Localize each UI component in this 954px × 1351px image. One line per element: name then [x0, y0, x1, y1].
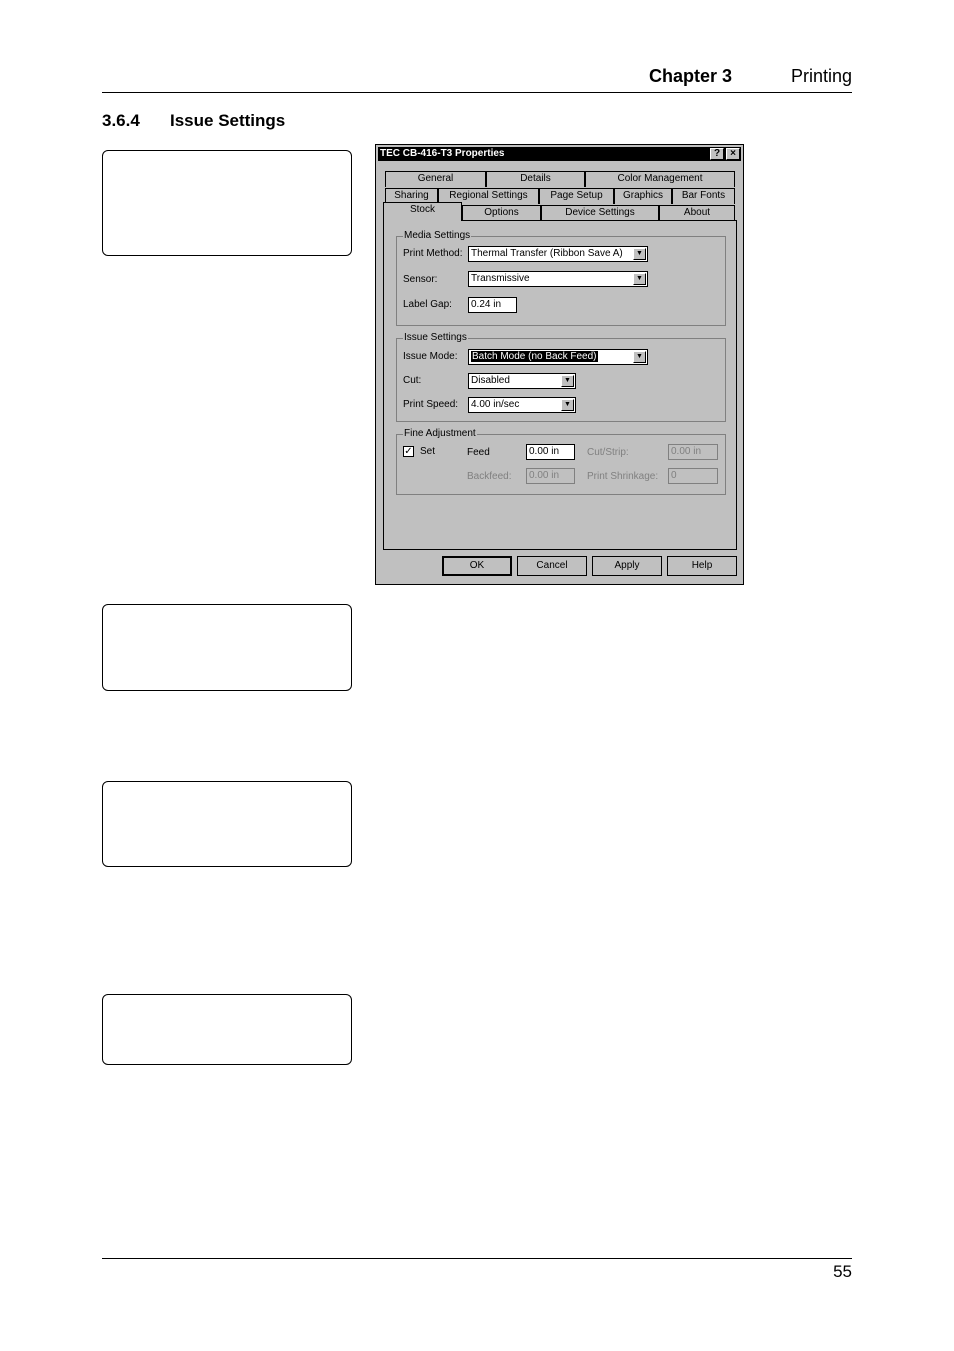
issue-mode-label: Issue Mode:: [403, 351, 458, 362]
cut-value: Disabled: [471, 375, 510, 386]
backfeed-label: Backfeed:: [467, 471, 512, 482]
backfeed-value: 0.00 in: [529, 470, 560, 481]
close-icon[interactable]: ×: [726, 148, 740, 160]
chevron-down-icon[interactable]: ▼: [633, 273, 646, 285]
note-box-2: [102, 604, 352, 691]
cancel-button[interactable]: Cancel: [517, 556, 587, 576]
issue-settings-label: Issue Settings: [403, 332, 468, 343]
page-number: 55: [833, 1262, 852, 1281]
dialog-titlebar: TEC CB-416-T3 Properties ? ×: [378, 147, 741, 161]
tab-stock[interactable]: Stock: [383, 202, 462, 221]
sensor-value: Transmissive: [471, 273, 530, 284]
note-box-1: [102, 150, 352, 256]
tab-graphics[interactable]: Graphics: [614, 188, 672, 204]
tab-about[interactable]: About: [659, 205, 735, 221]
chapter-label: Chapter 3: [648, 66, 732, 86]
help-icon[interactable]: ?: [710, 148, 724, 160]
tab-bar-fonts[interactable]: Bar Fonts: [672, 188, 735, 204]
print-shrinkage-value: 0: [671, 470, 677, 481]
footer-divider: [102, 1258, 852, 1259]
help-button[interactable]: Help: [667, 556, 737, 576]
feed-input[interactable]: 0.00 in: [526, 444, 575, 460]
note-box-4: [102, 994, 352, 1065]
chapter-title: Printing: [790, 66, 852, 86]
cut-strip-label: Cut/Strip:: [587, 447, 629, 458]
print-speed-select[interactable]: 4.00 in/sec ▼: [468, 397, 576, 413]
sensor-label: Sensor:: [403, 274, 438, 285]
set-checkbox[interactable]: ✓: [403, 446, 414, 457]
print-shrinkage-input[interactable]: 0: [668, 468, 718, 484]
print-method-label: Print Method:: [403, 248, 463, 259]
set-label: Set: [420, 446, 436, 457]
media-settings-label: Media Settings: [403, 230, 472, 241]
print-method-select[interactable]: Thermal Transfer (Ribbon Save A) ▼: [468, 246, 648, 262]
chevron-down-icon[interactable]: ▼: [561, 399, 574, 411]
chevron-down-icon[interactable]: ▼: [633, 351, 646, 363]
tab-page-setup[interactable]: Page Setup: [539, 188, 614, 204]
cut-select[interactable]: Disabled ▼: [468, 373, 576, 389]
fine-adjustment-label: Fine Adjustment: [403, 428, 477, 439]
cut-strip-input[interactable]: 0.00 in: [668, 444, 718, 460]
tab-device-settings[interactable]: Device Settings: [541, 205, 659, 221]
section-title: Issue Settings: [170, 111, 286, 130]
cut-strip-value: 0.00 in: [671, 446, 702, 457]
tab-options[interactable]: Options: [462, 205, 541, 221]
label-gap-input[interactable]: 0.24 in: [468, 297, 517, 313]
dialog-title: TEC CB-416-T3 Properties: [380, 148, 505, 159]
chevron-down-icon[interactable]: ▼: [633, 248, 646, 260]
tab-details[interactable]: Details: [486, 171, 585, 187]
ok-button[interactable]: OK: [442, 556, 512, 576]
print-speed-label: Print Speed:: [403, 399, 459, 410]
section-number: 3.6.4: [102, 111, 140, 130]
cut-label: Cut:: [403, 375, 422, 386]
feed-label: Feed: [467, 447, 490, 458]
label-gap-label: Label Gap:: [403, 299, 452, 310]
note-box-3: [102, 781, 352, 867]
sensor-select[interactable]: Transmissive ▼: [468, 271, 648, 287]
tab-color-management[interactable]: Color Management: [585, 171, 735, 187]
print-method-value: Thermal Transfer (Ribbon Save A): [471, 248, 623, 259]
page-header: Chapter 3 Printing: [102, 64, 852, 93]
stock-tab-panel: Media Settings Print Method: Thermal Tra…: [383, 220, 737, 550]
issue-mode-value: Batch Mode (no Back Feed): [471, 351, 598, 362]
apply-button[interactable]: Apply: [592, 556, 662, 576]
chevron-down-icon[interactable]: ▼: [561, 375, 574, 387]
label-gap-value: 0.24 in: [471, 299, 502, 310]
print-speed-value: 4.00 in/sec: [471, 399, 520, 410]
print-shrinkage-label: Print Shrinkage:: [587, 471, 659, 482]
issue-mode-select[interactable]: Batch Mode (no Back Feed) ▼: [468, 349, 648, 365]
backfeed-input[interactable]: 0.00 in: [526, 468, 575, 484]
feed-value: 0.00 in: [529, 446, 560, 457]
tab-general[interactable]: General: [385, 171, 486, 187]
